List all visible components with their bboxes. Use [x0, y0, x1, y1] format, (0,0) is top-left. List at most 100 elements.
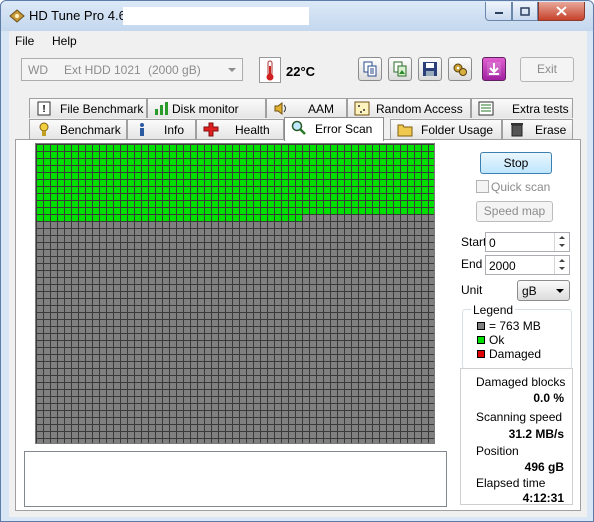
block-unscanned — [261, 425, 267, 431]
block-ok — [51, 159, 57, 165]
block-ok — [51, 180, 57, 186]
start-spinner[interactable] — [554, 233, 569, 251]
tab-info[interactable]: Info — [127, 119, 196, 139]
block-unscanned — [261, 355, 267, 361]
close-button[interactable] — [538, 2, 585, 21]
block-unscanned — [310, 376, 316, 382]
block-unscanned — [331, 320, 337, 326]
block-unscanned — [177, 397, 183, 403]
block-ok — [289, 152, 295, 158]
block-unscanned — [394, 250, 400, 256]
block-unscanned — [352, 306, 358, 312]
block-unscanned — [37, 292, 43, 298]
thermometer-icon — [259, 57, 281, 83]
minimize-button[interactable] — [485, 2, 512, 21]
block-ok — [100, 201, 106, 207]
stop-button[interactable]: Stop — [480, 152, 552, 174]
block-unscanned — [37, 404, 43, 410]
tab-benchmark[interactable]: Benchmark — [29, 119, 127, 139]
speed-map-button[interactable]: Speed map — [476, 201, 553, 222]
block-ok — [128, 173, 134, 179]
block-ok — [394, 159, 400, 165]
block-ok — [415, 145, 421, 151]
block-unscanned — [37, 320, 43, 326]
menu-help[interactable]: Help — [52, 34, 77, 48]
download-button[interactable] — [482, 57, 506, 81]
block-unscanned — [275, 278, 281, 284]
block-ok — [247, 208, 253, 214]
block-unscanned — [289, 229, 295, 235]
block-unscanned — [121, 299, 127, 305]
block-unscanned — [310, 439, 316, 443]
block-unscanned — [261, 362, 267, 368]
block-ok — [429, 159, 434, 165]
tab-file-benchmark[interactable]: ! File Benchmark — [29, 98, 147, 118]
block-unscanned — [163, 313, 169, 319]
block-unscanned — [324, 236, 330, 242]
tab-folder-usage[interactable]: Folder Usage — [390, 119, 502, 139]
block-unscanned — [37, 348, 43, 354]
block-ok — [79, 159, 85, 165]
block-ok — [205, 208, 211, 214]
tab-extra-tests[interactable]: Extra tests — [471, 98, 573, 118]
block-unscanned — [177, 439, 183, 443]
block-unscanned — [100, 425, 106, 431]
copy-image-button[interactable] — [388, 57, 412, 81]
exit-button[interactable]: Exit — [520, 57, 574, 82]
block-unscanned — [226, 397, 232, 403]
block-unscanned — [177, 390, 183, 396]
block-unscanned — [79, 222, 85, 228]
block-unscanned — [163, 432, 169, 438]
tab-disk-monitor[interactable]: Disk monitor — [147, 98, 266, 118]
block-unscanned — [268, 432, 274, 438]
block-unscanned — [135, 432, 141, 438]
tab-error-scan[interactable]: Error Scan — [284, 117, 384, 141]
block-unscanned — [51, 264, 57, 270]
start-input[interactable]: 0 — [485, 232, 570, 252]
block-unscanned — [394, 362, 400, 368]
block-unscanned — [338, 383, 344, 389]
tab-erase[interactable]: Erase — [502, 119, 573, 139]
block-unscanned — [401, 418, 407, 424]
maximize-button[interactable] — [512, 2, 538, 21]
options-button[interactable] — [448, 57, 472, 81]
title-bar[interactable]: HD Tune Pro 4.60 — [1, 1, 593, 31]
block-unscanned — [429, 397, 434, 403]
block-ok — [401, 180, 407, 186]
block-unscanned — [261, 439, 267, 443]
quick-scan-checkbox[interactable] — [476, 180, 489, 193]
tab-random-access[interactable]: Random Access — [347, 98, 471, 118]
end-spinner[interactable] — [554, 256, 569, 274]
block-ok — [317, 173, 323, 179]
unit-select[interactable]: gB — [517, 280, 570, 301]
block-unscanned — [394, 292, 400, 298]
block-ok — [268, 187, 274, 193]
drive-select[interactable]: WD Ext HDD 1021 (2000 gB) — [21, 58, 243, 81]
block-unscanned — [394, 229, 400, 235]
block-ok — [226, 208, 232, 214]
end-input[interactable]: 2000 — [485, 255, 570, 275]
block-ok — [338, 152, 344, 158]
copy-text-button[interactable] — [358, 57, 382, 81]
block-unscanned — [65, 418, 71, 424]
block-unscanned — [408, 390, 414, 396]
log-output[interactable] — [24, 451, 447, 507]
block-unscanned — [380, 215, 386, 221]
tab-health[interactable]: Health — [196, 119, 284, 139]
block-unscanned — [422, 432, 428, 438]
block-unscanned — [408, 222, 414, 228]
block-ok — [408, 201, 414, 207]
save-button[interactable] — [418, 57, 442, 81]
block-unscanned — [275, 299, 281, 305]
menu-file[interactable]: File — [15, 34, 34, 48]
block-unscanned — [58, 334, 64, 340]
block-unscanned — [86, 439, 92, 443]
block-unscanned — [380, 278, 386, 284]
block-unscanned — [387, 229, 393, 235]
block-ok — [275, 201, 281, 207]
block-unscanned — [93, 285, 99, 291]
block-unscanned — [261, 285, 267, 291]
block-unscanned — [380, 376, 386, 382]
block-unscanned — [289, 327, 295, 333]
tab-aam[interactable]: AAM — [266, 98, 347, 118]
